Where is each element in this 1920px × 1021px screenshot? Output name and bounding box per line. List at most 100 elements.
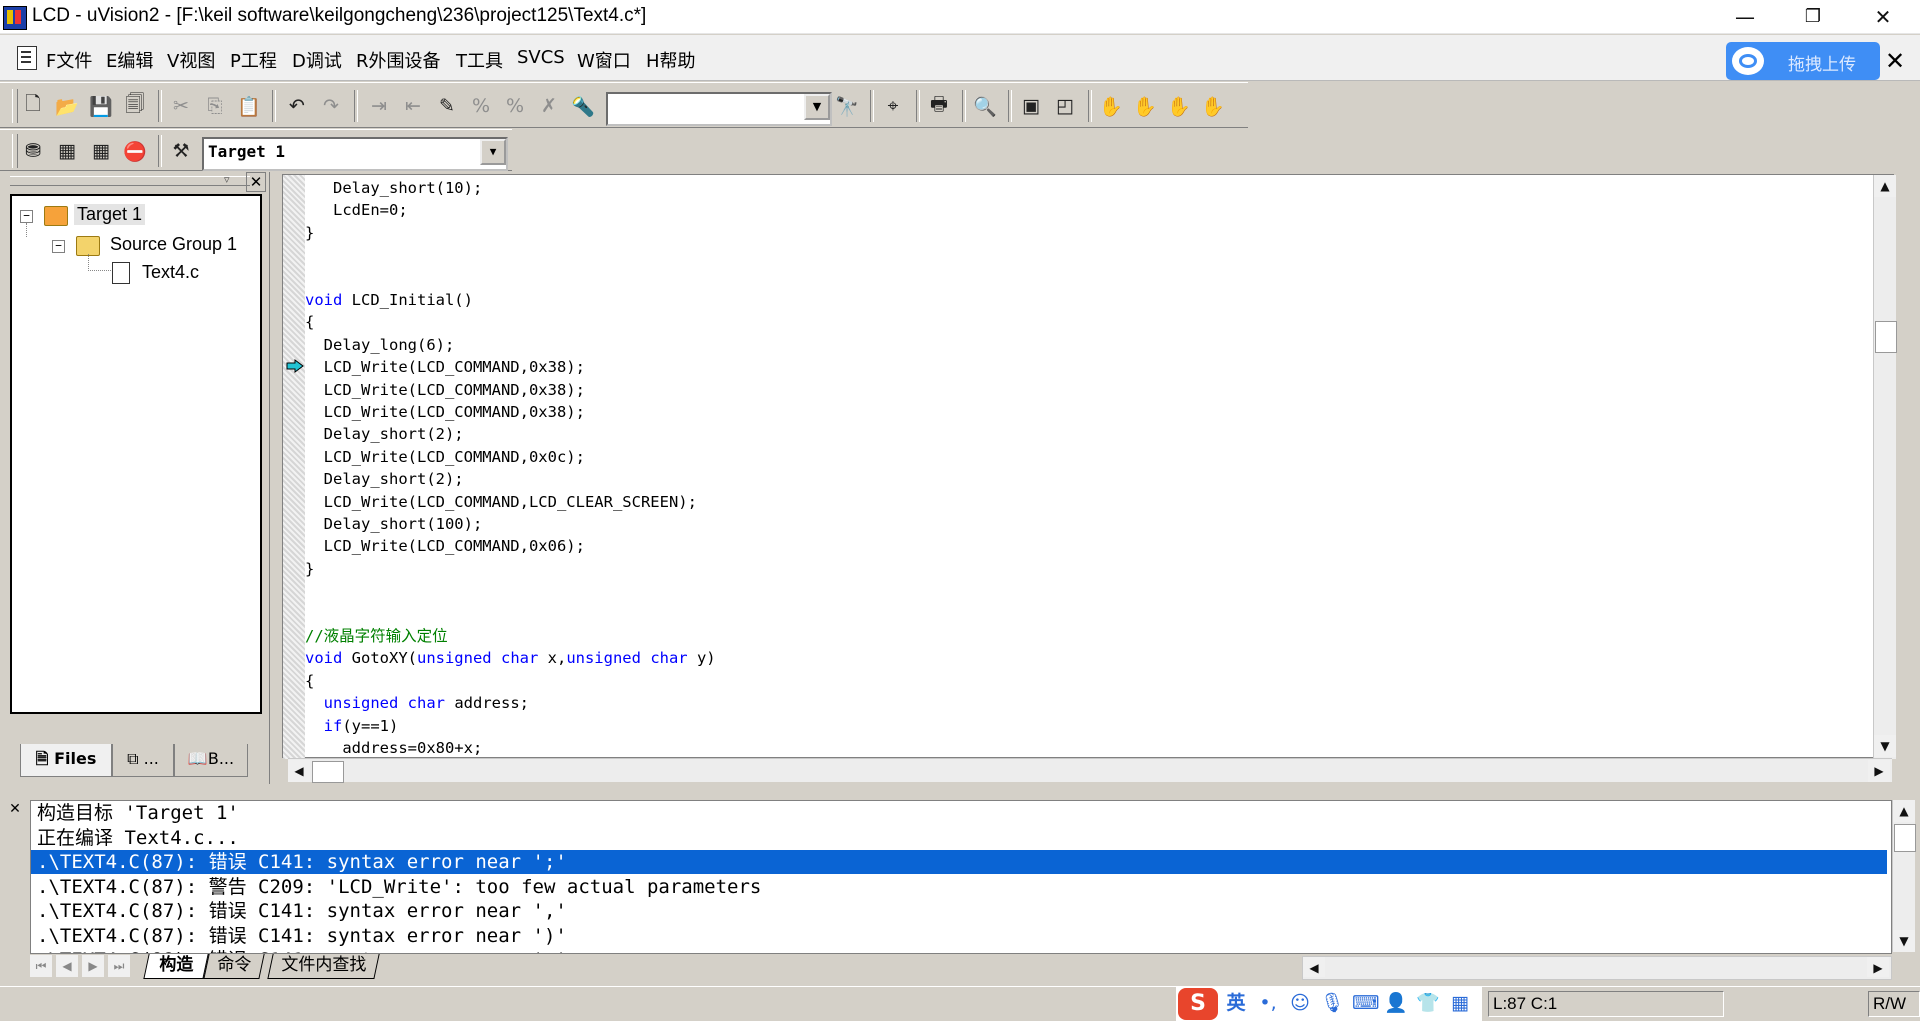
compile-icon[interactable]: ⛃	[18, 136, 48, 166]
hand-icon[interactable]: ✋	[1096, 91, 1126, 121]
redo-icon[interactable]: ↷	[316, 91, 346, 121]
find-combo[interactable]: ▼	[606, 92, 832, 126]
scroll-left-icon[interactable]: ◀	[1303, 957, 1325, 977]
bookmark-icon[interactable]: ✎	[432, 91, 462, 121]
copy-icon[interactable]: ⎘	[200, 91, 230, 121]
code-line[interactable]: Delay_short(10);	[305, 177, 482, 199]
code-line[interactable]: void LCD_Initial()	[305, 289, 473, 311]
output-line[interactable]: 构造目标 'Target 1'	[37, 801, 239, 825]
code-line[interactable]: void GotoXY(unsigned char x,unsigned cha…	[305, 647, 716, 669]
menu-svcs[interactable]: SVCS	[517, 47, 565, 68]
target-options-icon[interactable]: ⚒	[166, 136, 196, 166]
scroll-thumb[interactable]	[1875, 321, 1897, 353]
search-icon[interactable]: 🔍	[970, 91, 1000, 121]
menu-file[interactable]: F文件	[46, 47, 92, 73]
scroll-right-icon[interactable]: ▶	[1867, 957, 1889, 977]
open-file-icon[interactable]: 📂	[52, 91, 82, 121]
hand-stop-icon[interactable]: ✋	[1130, 91, 1160, 121]
output-line[interactable]: .\TEXT4.C(87): 错误 C141: syntax error nea…	[31, 850, 1887, 874]
menu-peripherals[interactable]: R外围设备	[356, 47, 441, 73]
new-file-icon[interactable]: 🗋	[18, 91, 48, 121]
upload-close-button[interactable]: ✕	[1880, 45, 1910, 77]
tab-regs[interactable]: ⧉ ...	[112, 744, 174, 777]
next-bookmark-icon[interactable]: %	[500, 91, 530, 121]
build-target-icon[interactable]: ▦	[52, 136, 82, 166]
output-window-icon[interactable]: ◰	[1050, 91, 1080, 121]
first-tab-icon[interactable]: ⏮	[30, 955, 52, 977]
code-line[interactable]: //液晶字符输入定位	[305, 625, 448, 647]
code-line[interactable]: }	[305, 558, 314, 580]
tab-build[interactable]: 构造	[143, 954, 209, 979]
output-line[interactable]: .\TEXT4.C(87): 错误 C141: syntax error nea…	[37, 924, 567, 948]
tree-item-file[interactable]: Text4.c	[142, 262, 199, 283]
workspace-icon[interactable]: ▣	[1016, 91, 1046, 121]
chevron-down-icon[interactable]: ▼	[804, 94, 830, 120]
chevron-down-icon[interactable]: ▼	[480, 139, 506, 165]
scroll-left-icon[interactable]: ◀	[288, 760, 310, 782]
close-icon[interactable]: ✕	[6, 800, 24, 818]
menu-debug[interactable]: D调试	[292, 47, 342, 73]
scroll-down-icon[interactable]: ▼	[1874, 735, 1896, 757]
code-line[interactable]: Delay_short(2);	[305, 423, 464, 445]
output-horizontal-scrollbar[interactable]: ◀ ▶	[1302, 956, 1892, 980]
menu-view[interactable]: V视图	[167, 47, 215, 73]
prev-tab-icon[interactable]: ◀	[56, 955, 78, 977]
goto-icon[interactable]: ⌖	[878, 91, 908, 121]
prev-bookmark-icon[interactable]: %	[466, 91, 496, 121]
target-select[interactable]: Target 1 ▼	[202, 137, 508, 171]
code-line[interactable]: {	[305, 670, 314, 692]
output-line[interactable]: .\TEXT4.C(87): 警告 C209: 'LCD_Write': too…	[37, 875, 761, 899]
find-in-files-icon[interactable]: 🔦	[568, 91, 598, 121]
last-tab-icon[interactable]: ⏭	[108, 955, 130, 977]
menu-help[interactable]: H帮助	[646, 47, 696, 73]
code-line[interactable]: address=0x80+x;	[305, 737, 482, 759]
document-menu-icon[interactable]	[17, 46, 37, 70]
build-output-list[interactable]: 构造目标 'Target 1' 正在编译 Text4.c... .\TEXT4.C(…	[30, 800, 1892, 954]
menu-window[interactable]: W窗口	[577, 47, 631, 73]
code-line[interactable]: LCD_Write(LCD_COMMAND,0x38);	[305, 356, 585, 378]
code-line[interactable]: }	[305, 222, 314, 244]
panel-grip[interactable]	[10, 176, 250, 186]
menu-project[interactable]: P工程	[230, 47, 277, 73]
clear-bookmarks-icon[interactable]: ✗	[534, 91, 564, 121]
indent-icon[interactable]: ⇥	[364, 91, 394, 121]
minimize-button[interactable]: —	[1716, 0, 1774, 34]
punctuation-icon[interactable]: •,	[1256, 991, 1280, 1015]
panel-dropdown-icon[interactable]: ▿	[224, 173, 242, 189]
next-tab-icon[interactable]: ▶	[82, 955, 104, 977]
save-all-icon[interactable]: 🗐	[120, 91, 150, 121]
tab-command[interactable]: 命令	[203, 954, 265, 979]
save-icon[interactable]: 💾	[86, 91, 116, 121]
code-line[interactable]: LCD_Write(LCD_COMMAND,0x38);	[305, 379, 585, 401]
grid-menu-icon[interactable]: ▦	[1448, 991, 1472, 1015]
upload-button[interactable]: 拖拽上传	[1726, 42, 1880, 80]
code-line[interactable]: LCD_Write(LCD_COMMAND,0x38);	[305, 401, 585, 423]
code-line[interactable]: Delay_short(100);	[305, 513, 483, 535]
cut-icon[interactable]: ✂	[166, 91, 196, 121]
editor-vertical-scrollbar[interactable]: ▲ ▼	[1873, 175, 1897, 759]
close-icon[interactable]: ✕	[246, 172, 266, 192]
code-line[interactable]: {	[305, 311, 314, 333]
tab-books[interactable]: 📖B...	[174, 744, 248, 777]
app-icon[interactable]	[3, 6, 27, 30]
scroll-up-icon[interactable]: ▲	[1874, 175, 1896, 197]
tab-find-in-files[interactable]: 文件内查找	[267, 954, 380, 979]
menu-edit[interactable]: E编辑	[106, 47, 153, 73]
scroll-right-icon[interactable]: ▶	[1868, 760, 1890, 782]
code-line[interactable]: if(y==1)	[305, 715, 399, 737]
code-line[interactable]: LCD_Write(LCD_COMMAND,LCD_CLEAR_SCREEN);	[305, 491, 697, 513]
scroll-up-icon[interactable]: ▲	[1893, 800, 1915, 822]
scroll-thumb[interactable]	[312, 761, 344, 783]
output-line[interactable]: 正在编译 Text4.c...	[37, 826, 239, 850]
skin-icon[interactable]: 👕	[1416, 991, 1440, 1015]
tree-item-target[interactable]: Target 1	[74, 204, 146, 225]
unindent-icon[interactable]: ⇤	[398, 91, 428, 121]
keyboard-icon[interactable]: ⌨	[1352, 991, 1379, 1015]
output-line[interactable]: .\TEXT4.C(87): 错误 C141: syntax error nea…	[37, 899, 567, 923]
menu-tools[interactable]: T工具	[456, 47, 503, 73]
tab-files[interactable]: 🗎 Files	[20, 744, 112, 777]
collapse-icon[interactable]: −	[20, 210, 33, 223]
code-line[interactable]: Delay_short(2);	[305, 468, 464, 490]
output-vertical-scrollbar[interactable]: ▲ ▼	[1892, 800, 1916, 952]
microphone-icon[interactable]: 🎙	[1320, 991, 1344, 1015]
